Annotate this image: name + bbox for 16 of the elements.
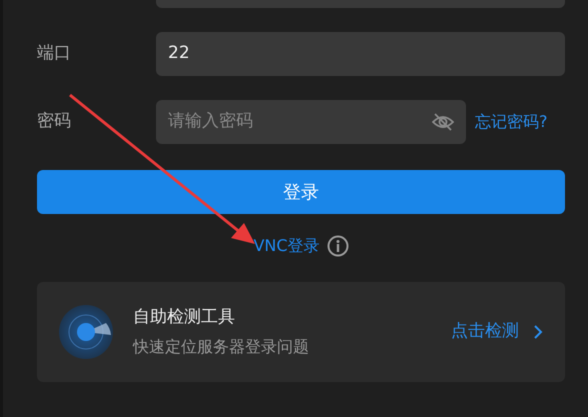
info-icon[interactable]: [326, 235, 349, 257]
port-field[interactable]: 22: [156, 32, 565, 76]
field-label: 端口: [37, 42, 72, 66]
login-button[interactable]: 登录: [37, 170, 565, 214]
field-label: 密码: [37, 110, 72, 134]
radar-icon: [59, 305, 113, 359]
chevron-right-icon[interactable]: [533, 324, 543, 340]
tool-title: 自助检测工具: [133, 306, 236, 329]
hidden-eye-icon[interactable]: [432, 113, 454, 131]
port-input[interactable]: 22: [168, 41, 553, 67]
check-link[interactable]: 点击检测: [451, 319, 543, 345]
password-input[interactable]: 请输入密码: [168, 109, 432, 135]
vnc-login-link[interactable]: VNC登录: [253, 234, 320, 258]
forgot-password-link[interactable]: 忘记密码?: [475, 110, 548, 134]
password-field[interactable]: 请输入密码: [156, 100, 466, 144]
tool-subtitle: 快速定位服务器登录问题: [133, 336, 309, 358]
